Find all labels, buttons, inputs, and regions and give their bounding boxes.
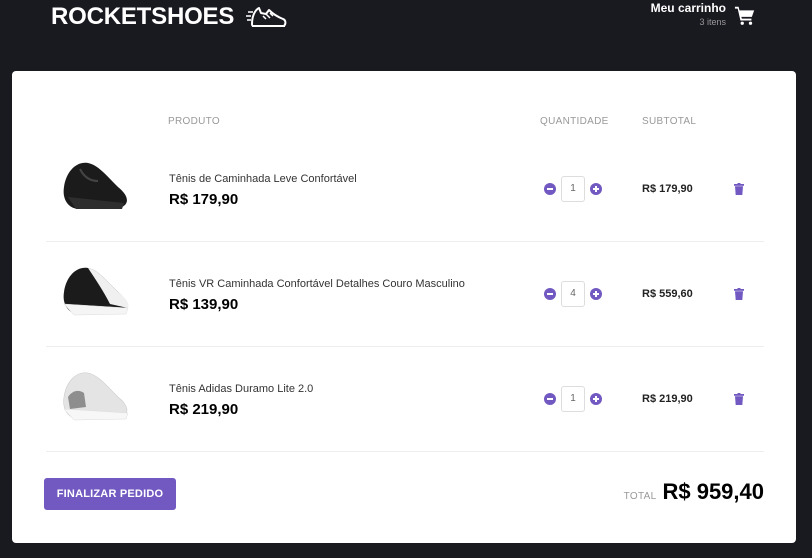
order-total: TOTAL R$ 959,40 [624, 479, 764, 505]
product-image [63, 267, 129, 316]
product-image [63, 162, 127, 209]
shopping-cart-icon [734, 6, 755, 25]
header: ROCKETSHOES Meu carrinho 3 itens [0, 0, 812, 70]
quantity-stepper: 1 [544, 386, 602, 412]
row-subtotal: R$ 559,60 [642, 288, 693, 300]
cart-title: Meu carrinho [650, 1, 726, 15]
quantity-input[interactable]: 4 [561, 281, 585, 307]
quantity-stepper: 4 [544, 281, 602, 307]
product-price: R$ 219,90 [169, 401, 239, 418]
quantity-input[interactable]: 1 [561, 386, 585, 412]
cart-row: Tênis VR Caminhada Confortável Detalhes … [46, 242, 764, 347]
product-price: R$ 179,90 [169, 191, 239, 208]
product-title: Tênis Adidas Duramo Lite 2.0 [169, 383, 314, 395]
increment-button[interactable] [590, 288, 602, 300]
cart-panel: PRODUTO QUANTIDADE SUBTOTAL Tênis de Cam… [12, 71, 796, 543]
cart-text: Meu carrinho 3 itens [651, 0, 726, 29]
total-label: TOTAL [623, 491, 657, 502]
product-title: Tênis VR Caminhada Confortável Detalhes … [169, 278, 465, 290]
finish-order-button[interactable]: FINALIZAR PEDIDO [44, 478, 176, 510]
shoe-icon [246, 7, 287, 27]
decrement-button[interactable] [544, 288, 556, 300]
cart-row: Tênis de Caminhada Leve Confortável R$ 1… [46, 137, 764, 242]
quantity-input[interactable]: 1 [561, 176, 585, 202]
product-price: R$ 139,90 [169, 296, 239, 313]
decrement-button[interactable] [544, 183, 556, 195]
row-subtotal: R$ 219,90 [642, 393, 693, 405]
cart-link[interactable]: Meu carrinho 3 itens [651, 0, 756, 29]
row-subtotal: R$ 179,90 [642, 183, 693, 195]
logo[interactable]: ROCKETSHOES [51, 0, 288, 34]
trash-icon[interactable] [734, 183, 744, 195]
increment-button[interactable] [590, 183, 602, 195]
logo-text: ROCKETSHOES [51, 3, 235, 30]
cart-row: Tênis Adidas Duramo Lite 2.0 R$ 219,90 1… [46, 347, 764, 452]
header-subtotal: SUBTOTAL [642, 116, 697, 127]
quantity-stepper: 1 [544, 176, 602, 202]
product-image [63, 372, 129, 421]
header-quantity: QUANTIDADE [540, 116, 609, 127]
decrement-button[interactable] [544, 393, 556, 405]
increment-button[interactable] [590, 393, 602, 405]
trash-icon[interactable] [734, 393, 744, 405]
header-product: PRODUTO [168, 116, 220, 127]
cart-count: 3 itens [699, 17, 726, 27]
product-title: Tênis de Caminhada Leve Confortável [169, 173, 357, 185]
total-value: R$ 959,40 [662, 479, 764, 504]
trash-icon[interactable] [734, 288, 744, 300]
